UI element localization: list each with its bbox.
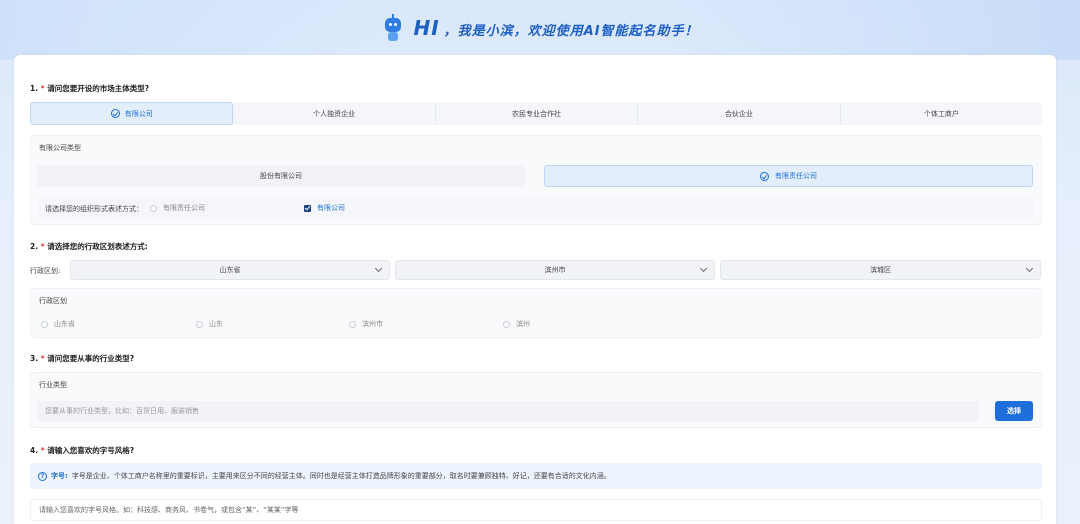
title-hi: HI: [413, 16, 440, 40]
panel-label: 行政区划: [39, 297, 67, 305]
trade-name-info-box: ? 字号: 字号是企业、个体工商户名称里的重要标识，主要用来区分不同的经营主体。…: [30, 463, 1042, 489]
question-number: 1.: [30, 84, 39, 93]
entity-type-selector: 有限公司 个人独资企业 农民专业合作社 合伙企业 个体工商户: [30, 102, 1042, 125]
select-value: 滨城区: [870, 266, 891, 274]
option-label: 个体工商户: [923, 109, 959, 118]
entity-option-limited-company[interactable]: 有限公司: [30, 102, 234, 125]
company-option-joint-stock[interactable]: 股份有限公司: [37, 165, 525, 187]
region-option-city-short[interactable]: 滨州: [503, 319, 530, 329]
form-option-limited-liability[interactable]: 有限责任公司: [150, 203, 205, 213]
option-label: 滨州: [516, 320, 530, 328]
region-label: 行政区划:: [30, 267, 61, 275]
required-mark: *: [40, 84, 45, 93]
title-greeting: ，我是小滨，欢迎使用AI智能起名助手！: [443, 24, 699, 39]
option-label: 山东省: [54, 320, 75, 328]
option-label: 山东: [209, 320, 223, 328]
form-card: 1. * 请问您要开设的市场主体类型? 有限公司 个人独资企业 农民专业合作社 …: [14, 55, 1056, 524]
question-3: 3. * 请问您要从事的行业类型?: [30, 353, 134, 364]
radio-icon: [41, 320, 48, 328]
panel-label: 有限公司类型: [39, 144, 81, 152]
option-label: 有限公司: [317, 204, 345, 212]
region-expression-panel: 行政区划 山东省 山东 滨州市 滨州: [30, 288, 1042, 338]
form-expression-row: 请选择您的组织形式表述方式： 有限责任公司 有限公司: [37, 198, 1033, 218]
question-text: 请问您要开设的市场主体类型?: [47, 84, 150, 93]
chevron-down-icon: [1025, 264, 1034, 273]
select-value: 滨州市: [544, 266, 566, 274]
chevron-down-icon: [374, 264, 383, 273]
select-value: 山东省: [219, 266, 241, 274]
radio-icon: [150, 204, 157, 212]
industry-select-button[interactable]: 选择: [995, 401, 1033, 421]
region-option-city-full[interactable]: 滨州市: [349, 319, 383, 329]
question-4: 4. * 请输入您喜欢的字号风格?: [30, 445, 134, 456]
option-label: 农民专业合作社: [512, 109, 562, 118]
radio-icon: [349, 320, 356, 328]
trade-name-style-input[interactable]: 请输入您喜欢的字号风格。如：科技感、商务风、书卷气，或包含“某”、“某某”字等: [30, 499, 1042, 521]
entity-option-farmer-cooperative[interactable]: 农民专业合作社: [436, 102, 639, 125]
page-title: HI ，我是小滨，欢迎使用AI智能起名助手！: [413, 16, 698, 40]
option-label: 有限责任公司: [775, 172, 817, 180]
question-circle-icon: ?: [38, 471, 47, 481]
question-number: 3.: [30, 354, 39, 363]
required-mark: *: [40, 242, 45, 251]
radio-icon: [196, 320, 203, 328]
option-label: 有限责任公司: [163, 204, 205, 212]
region-option-province-short[interactable]: 山东: [196, 319, 223, 329]
industry-panel: 行业类型 您要从事的行业类型，比如：百货日用、服装销售 选择: [30, 372, 1042, 428]
question-number: 4.: [30, 446, 39, 455]
radio-icon: [503, 320, 510, 328]
question-2: 2. * 请选择您的行政区划表述方式:: [30, 241, 148, 252]
panel-label: 行业类型: [39, 381, 67, 389]
check-circle-icon: [760, 171, 769, 181]
required-mark: *: [40, 446, 45, 455]
question-1: 1. * 请问您要开设的市场主体类型?: [30, 83, 149, 94]
option-label: 滨州市: [362, 320, 383, 328]
chevron-down-icon: [699, 264, 708, 273]
entity-option-partnership[interactable]: 合伙企业: [638, 102, 841, 125]
region-option-province-full[interactable]: 山东省: [41, 319, 75, 329]
district-select[interactable]: 滨城区: [720, 260, 1041, 280]
check-circle-icon: [110, 109, 120, 118]
question-text: 请选择您的行政区划表述方式:: [47, 242, 148, 251]
option-label: 个人独资企业: [313, 109, 356, 118]
question-text: 请问您要从事的行业类型?: [47, 354, 135, 363]
checkbox-checked-icon: [304, 204, 311, 212]
form-prompt: 请选择您的组织形式表述方式：: [45, 205, 143, 213]
company-option-limited-liability[interactable]: 有限责任公司: [544, 165, 1033, 187]
question-text: 请输入您喜欢的字号风格?: [47, 446, 135, 455]
company-type-panel: 有限公司类型 股份有限公司 有限责任公司 请选择您的组织形式表述方式： 有限责任…: [30, 135, 1042, 225]
option-label: 合伙企业: [724, 109, 753, 118]
city-select[interactable]: 滨州市: [395, 260, 715, 280]
entity-option-individual-business[interactable]: 个体工商户: [841, 102, 1042, 125]
form-option-limited-company[interactable]: 有限公司: [304, 203, 345, 213]
info-key: 字号:: [51, 472, 68, 480]
province-select[interactable]: 山东省: [70, 260, 390, 280]
info-text: 字号是企业、个体工商户名称里的重要标识，主要用来区分不同的经营主体。同时也是经营…: [71, 472, 611, 480]
required-mark: *: [40, 354, 45, 363]
entity-option-sole-proprietorship[interactable]: 个人独资企业: [233, 102, 436, 125]
page-header: HI ，我是小滨，欢迎使用AI智能起名助手！: [0, 10, 1080, 46]
option-label: 有限公司: [124, 109, 153, 118]
option-label: 股份有限公司: [260, 172, 302, 180]
industry-input[interactable]: 您要从事的行业类型，比如：百货日用、服装销售: [37, 401, 979, 421]
robot-mascot-icon: [381, 14, 405, 42]
question-number: 2.: [30, 242, 39, 251]
